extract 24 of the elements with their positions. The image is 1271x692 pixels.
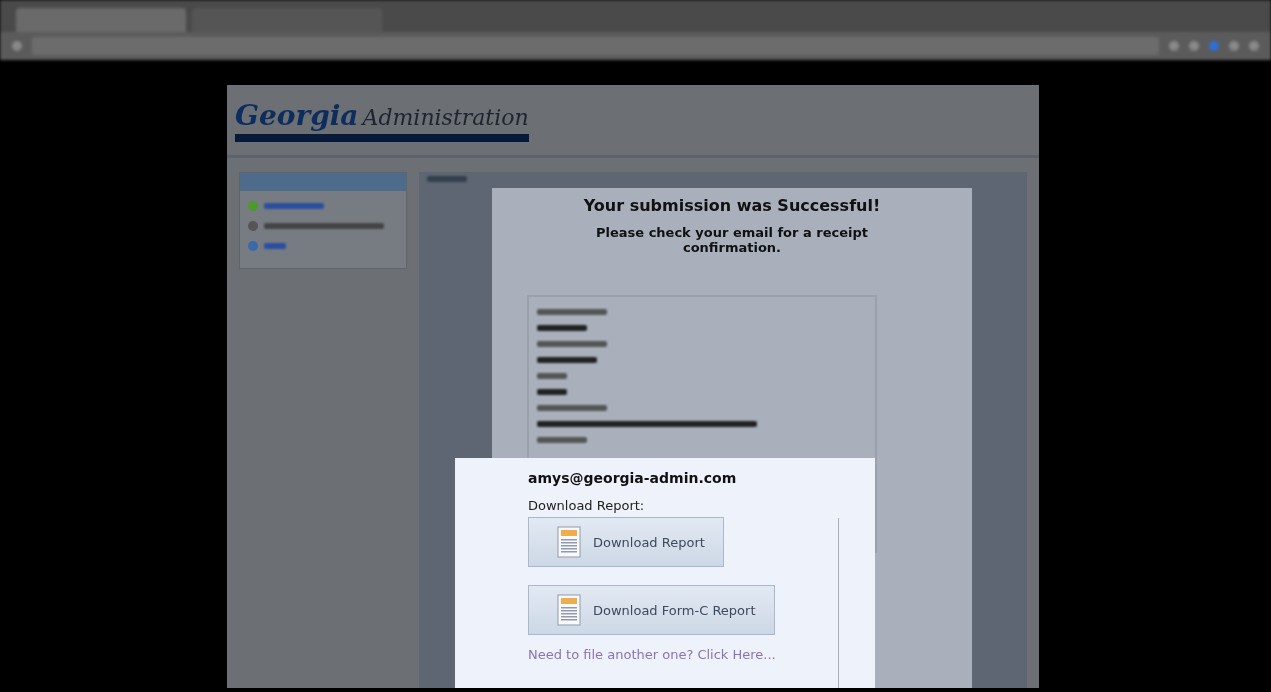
- logo: GeorgiaAdministration: [235, 98, 529, 142]
- download-button[interactable]: Download Report: [528, 517, 724, 567]
- success-heading: Your submission was Successful!: [583, 196, 881, 215]
- bullet-icon: [248, 241, 258, 251]
- document-icon: [557, 526, 581, 558]
- file-another-link[interactable]: Need to file another one? Click Here...: [528, 647, 776, 662]
- document-icon: [557, 594, 581, 626]
- blurred-text-bar: [537, 341, 607, 347]
- blurred-text-bar: [537, 373, 567, 379]
- email-notice: Please check your email for a receipt confirmation.: [595, 225, 869, 255]
- blurred-text-bar: [537, 389, 567, 395]
- bullet-icon: [248, 221, 258, 231]
- blurred-text-bar: [537, 437, 587, 443]
- bullet-icon: [248, 201, 258, 211]
- blurred-text-bar: [537, 357, 597, 363]
- blurred-text-bar: [537, 325, 587, 331]
- blurred-text-bar: [427, 176, 467, 182]
- download-label: Download Report:: [528, 498, 645, 513]
- download-button[interactable]: Download Form-C Report: [528, 585, 775, 635]
- email-address: amys@georgia-admin.com: [528, 470, 737, 486]
- blurred-text-bar: [537, 309, 607, 315]
- blurred-text-bar: [264, 203, 324, 209]
- blurred-text-bar: [537, 405, 607, 411]
- blurred-text-bar: [264, 243, 286, 249]
